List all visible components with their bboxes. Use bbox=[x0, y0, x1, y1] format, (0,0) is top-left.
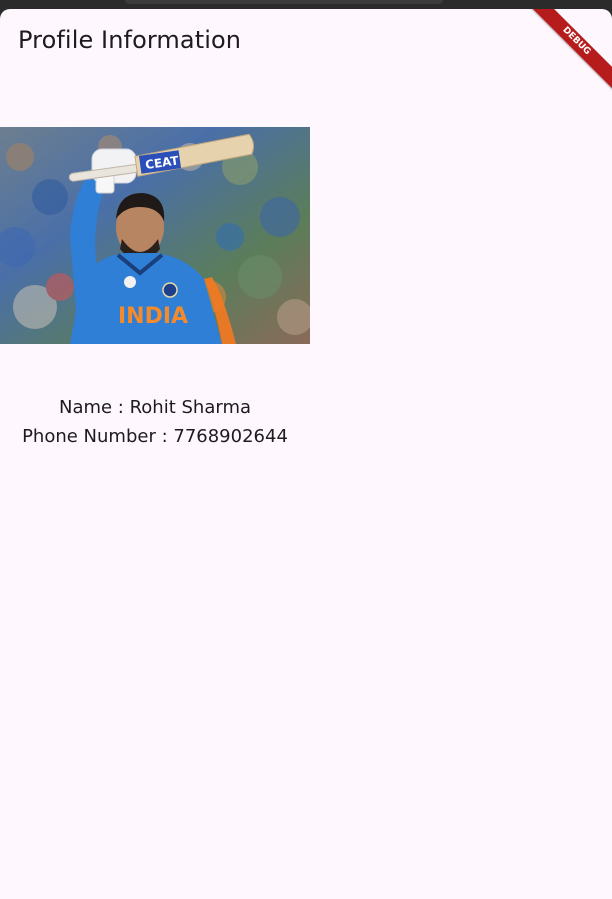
page-title: Profile Information bbox=[18, 26, 242, 54]
profile-info: Name : Rohit Sharma Phone Number : 77689… bbox=[0, 393, 310, 451]
app-window: Profile Information DEBUG CEAT INDIA Nam… bbox=[0, 9, 612, 899]
profile-phone: Phone Number : 7768902644 bbox=[22, 426, 288, 447]
window-top-notch bbox=[125, 0, 443, 4]
profile-name: Name : Rohit Sharma bbox=[58, 397, 252, 418]
app-bar: Profile Information bbox=[0, 9, 612, 77]
jersey-text: INDIA bbox=[118, 304, 188, 329]
profile-photo: CEAT INDIA bbox=[0, 127, 310, 344]
